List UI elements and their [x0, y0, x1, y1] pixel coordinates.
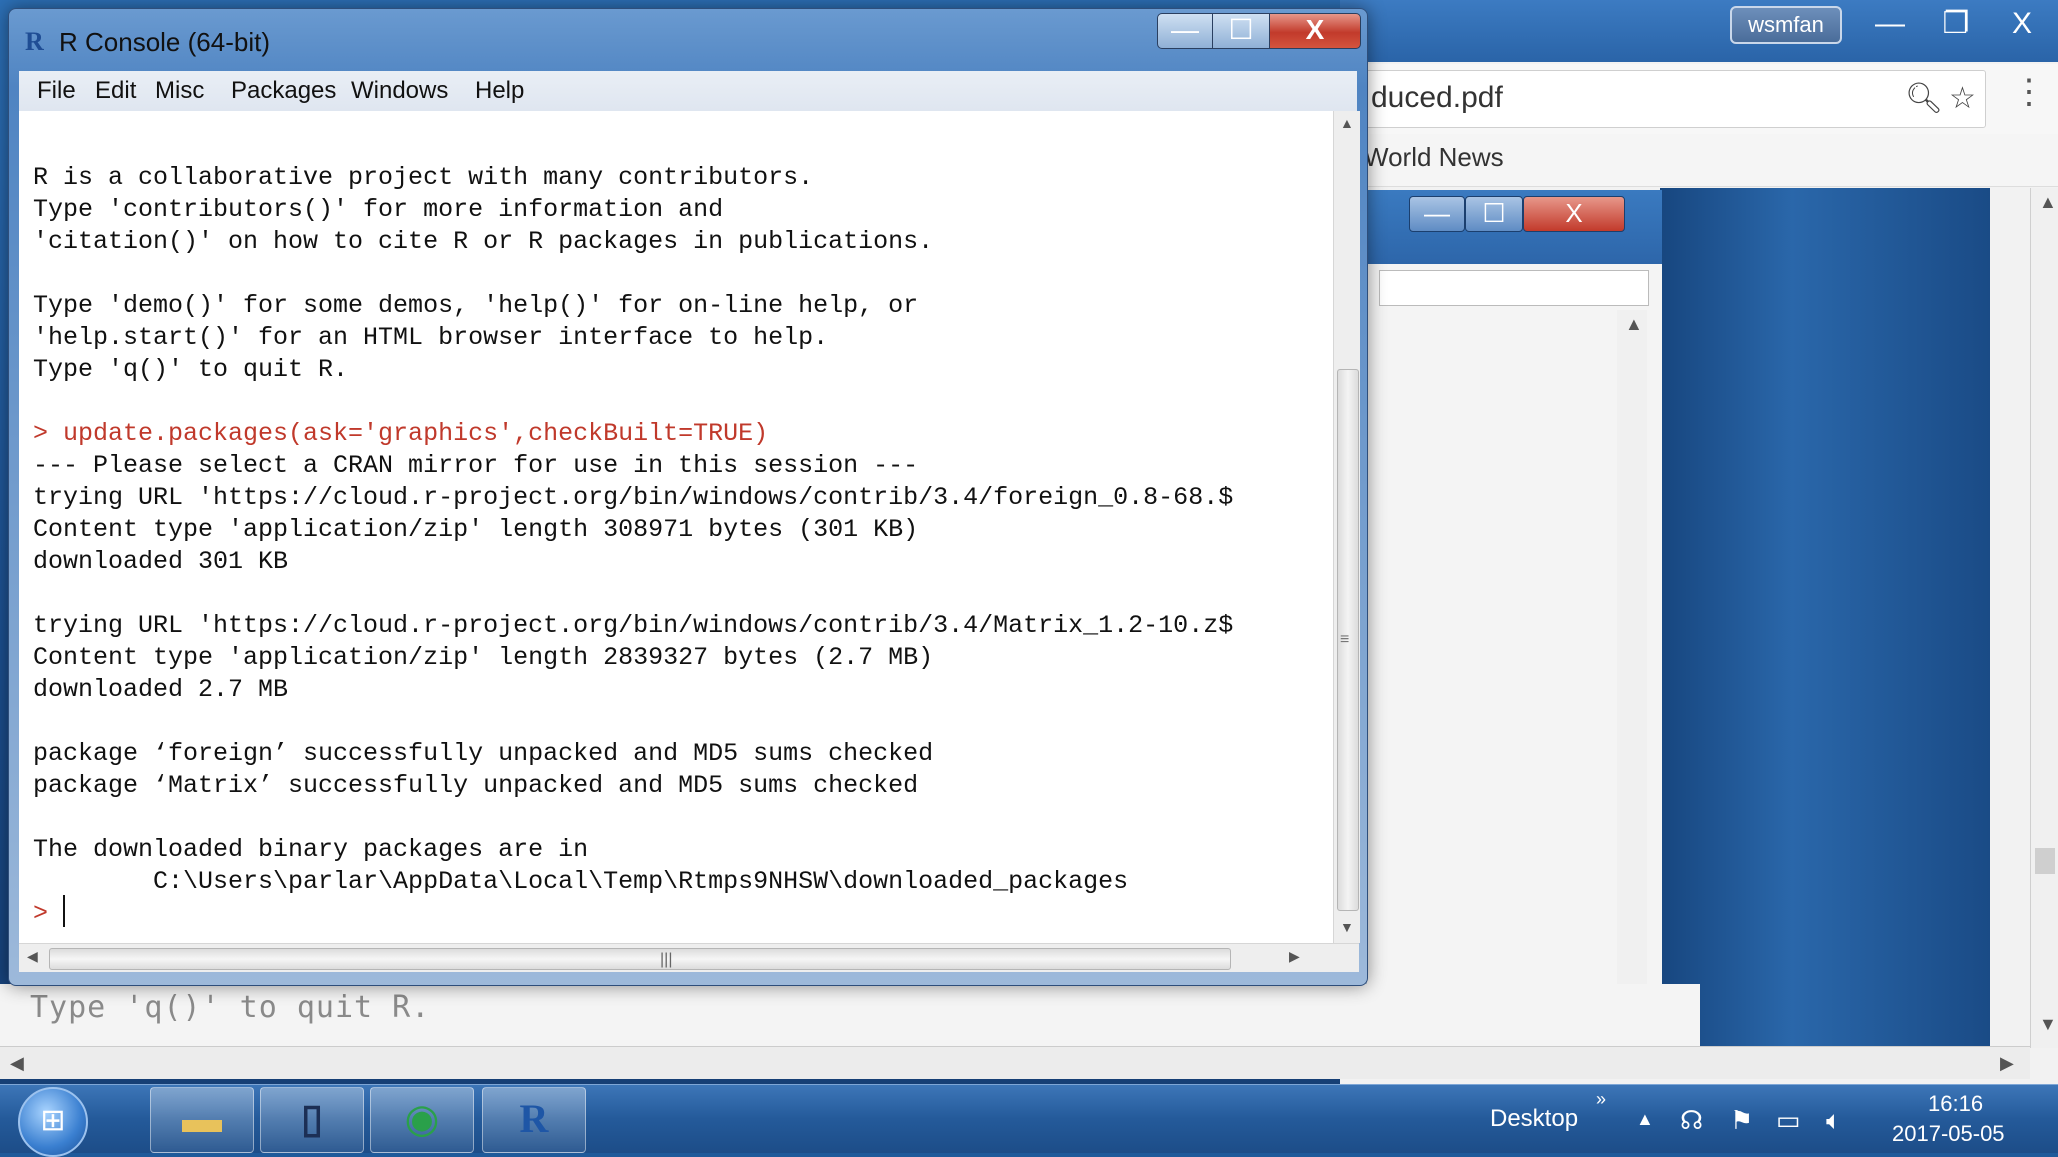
scroll-right-icon[interactable]: ▶ — [1289, 948, 1300, 965]
taskbar-chrome-button[interactable]: ◉ — [370, 1087, 474, 1153]
console-output[interactable]: R is a collaborative project with many c… — [19, 111, 1333, 943]
scroll-left-icon[interactable]: ◀ — [10, 1053, 24, 1074]
start-button[interactable]: ⊞ — [18, 1087, 88, 1157]
chrome-toolbar: duced.pdf 🔍︎ ☆ — [1340, 64, 2058, 134]
console-line: downloaded 2.7 MB — [33, 675, 289, 704]
scroll-up-icon[interactable]: ▲ — [1340, 115, 1354, 131]
menu-windows[interactable]: Windows — [351, 77, 448, 105]
address-bar[interactable]: duced.pdf 🔍︎ ☆ — [1344, 70, 1986, 128]
console-line: Type 'demo()' for some demos, 'help()' f… — [33, 291, 919, 320]
console-line: trying URL 'https://cloud.r-project.org/… — [33, 611, 1234, 640]
horizontal-scrollbar[interactable]: ◀ ▶ — [0, 1046, 2030, 1079]
clock-date[interactable]: 2017-05-05 — [1892, 1121, 2005, 1147]
console-line: 'citation()' on how to cite R or R packa… — [33, 227, 934, 256]
console-line: R is a collaborative project with many c… — [33, 163, 814, 192]
console-line: The downloaded binary packages are in — [33, 835, 589, 864]
chrome-minimize-button[interactable]: — — [1860, 4, 1920, 44]
scroll-right-icon[interactable]: ▶ — [2000, 1053, 2014, 1074]
background-window-field — [1379, 270, 1649, 306]
grip-icon: ≡ — [1340, 631, 1350, 648]
folder-icon: ▬ — [182, 1097, 222, 1141]
console-line: downloaded 301 KB — [33, 547, 289, 576]
chrome-menu-icon[interactable]: ⋮ — [2012, 72, 2046, 112]
console-prompt: > — [33, 899, 49, 928]
volume-icon[interactable]: 🔈︎ — [1826, 1105, 1842, 1137]
scroll-thumb[interactable]: ||| — [49, 948, 1231, 970]
pdf-page-content — [1660, 188, 1990, 1048]
console-horizontal-scrollbar[interactable]: ◀ ||| ▶ — [19, 943, 1359, 972]
console-command-line: > update.packages(ask='graphics',checkBu… — [33, 419, 769, 448]
background-window: — ☐ X ▲ — [1365, 190, 1662, 1050]
chrome-maximize-button[interactable]: ❐ — [1926, 4, 1986, 44]
r-icon: R — [519, 1096, 549, 1141]
bg-maximize-button[interactable]: ☐ — [1465, 196, 1523, 232]
show-hidden-icons-icon[interactable]: ▲ — [1636, 1109, 1654, 1130]
grip-icon: ||| — [660, 951, 673, 968]
taskbar: ⊞ ▬ ▯ ◉ R Desktop » ▲ ☊ ⚑ ▭ 🔈︎ 16:16 201… — [0, 1084, 2058, 1157]
maximize-button[interactable]: ☐ — [1212, 13, 1270, 49]
scroll-up-icon[interactable]: ▲ — [1625, 314, 1643, 335]
console-line: --- Please select a CRAN mirror for use … — [33, 451, 919, 480]
flag-icon[interactable]: ⚑ — [1730, 1105, 1753, 1136]
scroll-down-icon[interactable]: ▼ — [2039, 1014, 2057, 1035]
notebook-icon: ▯ — [300, 1097, 323, 1141]
close-button[interactable]: X — [1269, 13, 1361, 49]
text-cursor — [63, 895, 65, 927]
console-line: 'help.start()' for an HTML browser inter… — [33, 323, 829, 352]
console-line: Content type 'application/zip' length 30… — [33, 515, 919, 544]
chevron-right-icon[interactable]: » — [1596, 1089, 1606, 1110]
console-line: Type 'contributors()' for more informati… — [33, 195, 724, 224]
bg-close-button[interactable]: X — [1523, 196, 1625, 232]
console-vertical-scrollbar[interactable]: ▲ ≡ ▼ — [1333, 111, 1360, 943]
scroll-left-icon[interactable]: ◀ — [27, 948, 38, 965]
background-window-titlebar: — ☐ X — [1367, 190, 1662, 264]
menu-help[interactable]: Help — [475, 77, 524, 105]
clock-time[interactable]: 16:16 — [1928, 1091, 1983, 1117]
taskbar-notebook-button[interactable]: ▯ — [260, 1087, 364, 1153]
scroll-down-icon[interactable]: ▼ — [1340, 919, 1354, 935]
bookmarks-bar: World News — [1340, 134, 2058, 187]
console-line: package ‘foreign’ successfully unpacked … — [33, 739, 934, 768]
menu-misc[interactable]: Misc — [155, 77, 204, 105]
console-line: C:\Users\parlar\AppData\Local\Temp\Rtmps… — [33, 867, 1129, 896]
star-icon[interactable]: ☆ — [1949, 81, 1976, 116]
menu-packages[interactable]: Packages — [231, 77, 336, 105]
profile-button[interactable]: wsmfan — [1730, 6, 1842, 44]
address-text: duced.pdf — [1371, 81, 1503, 114]
console-line: Type 'q()' to quit R. — [33, 355, 349, 384]
chrome-close-button[interactable]: X — [1992, 4, 2052, 44]
scroll-thumb[interactable] — [2035, 848, 2055, 874]
taskbar-explorer-button[interactable]: ▬ — [150, 1087, 254, 1153]
r-logo-icon: R — [25, 27, 44, 56]
menu-bar: File Edit Misc Packages Windows Help — [19, 71, 1357, 111]
taskbar-r-button[interactable]: R — [482, 1087, 586, 1153]
menu-file[interactable]: File — [37, 77, 76, 105]
bg-minimize-button[interactable]: — — [1409, 196, 1465, 232]
console-line: package ‘Matrix’ successfully unpacked a… — [33, 771, 919, 800]
menu-edit[interactable]: Edit — [95, 77, 136, 105]
chrome-vertical-scrollbar[interactable]: ▲ ▼ — [2030, 188, 2058, 1048]
chrome-icon: ◉ — [404, 1097, 440, 1141]
window-title: R Console (64-bit) — [59, 27, 270, 57]
background-window-scrollbar[interactable]: ▲ — [1617, 310, 1647, 1050]
minimize-button[interactable]: — — [1157, 13, 1213, 49]
underlying-console-text: Type 'q()' to quit R. — [30, 990, 431, 1025]
console-line: trying URL 'https://cloud.r-project.org/… — [33, 483, 1234, 512]
network-app-icon[interactable]: ☊ — [1680, 1105, 1703, 1136]
scroll-up-icon[interactable]: ▲ — [2039, 192, 2057, 213]
search-icon[interactable]: 🔍︎ — [1905, 81, 1943, 116]
r-console-window: R R Console (64-bit) — ☐ X File Edit Mis… — [8, 8, 1368, 986]
network-icon[interactable]: ▭ — [1776, 1105, 1801, 1136]
bookmark-world-news[interactable]: World News — [1364, 142, 1504, 173]
chrome-titlebar: wsmfan — ❐ X — [1340, 0, 2058, 62]
desktop-toolbar-label[interactable]: Desktop — [1490, 1105, 1578, 1133]
console-line: Content type 'application/zip' length 28… — [33, 643, 934, 672]
